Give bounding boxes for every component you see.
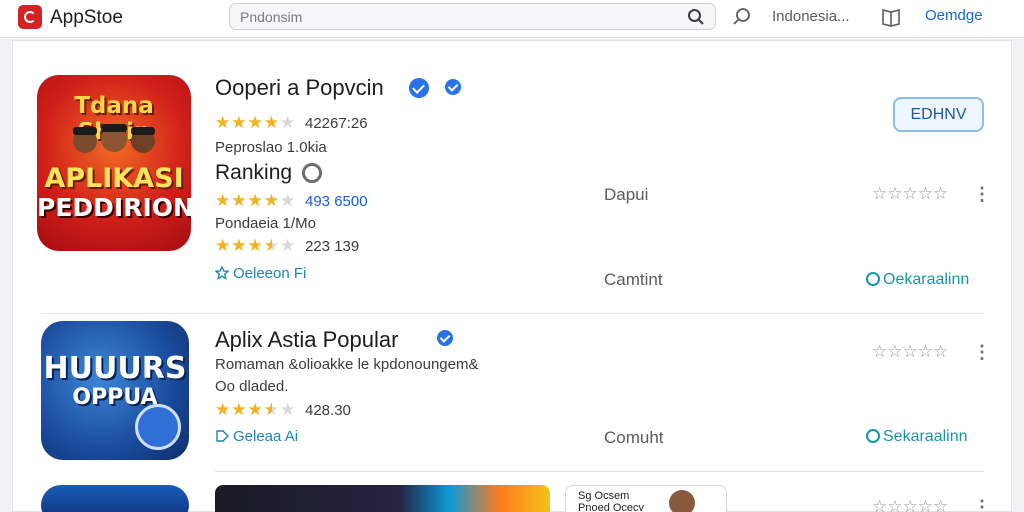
- star-rating: ★★★★★★★★★★: [215, 192, 297, 210]
- search-input[interactable]: [240, 8, 670, 26]
- rate-stars-input[interactable]: ☆☆☆☆☆: [872, 342, 948, 362]
- screenshot-thumbnail[interactable]: [215, 485, 550, 512]
- app-icon-text: HUUURS: [43, 351, 187, 386]
- rate-stars-input[interactable]: ☆☆☆☆☆: [872, 497, 948, 512]
- category-chip[interactable]: Geleaa Ai: [215, 428, 298, 445]
- gear-icon[interactable]: [302, 163, 322, 183]
- star-rating-fill: ★★★★★: [215, 114, 281, 132]
- category-chip-label: Geleaa Ai: [233, 428, 299, 445]
- more-options-icon[interactable]: ⋮: [973, 497, 991, 512]
- category-chip[interactable]: Oeleeon Fi: [215, 265, 306, 282]
- region-selector[interactable]: Indonesia...: [772, 8, 850, 25]
- app-icon[interactable]: HUUURS OPPUA: [41, 321, 189, 460]
- rating-count: 223 139: [305, 238, 360, 255]
- star-rating: ★★★★★★★★★★: [215, 114, 297, 132]
- rate-stars-input[interactable]: ☆☆☆☆☆: [872, 184, 948, 204]
- app-subtitle: Pondaeia 1/Mo: [215, 215, 316, 232]
- more-options-icon[interactable]: ⋮: [973, 342, 991, 363]
- app-store-logo-icon[interactable]: [18, 5, 42, 29]
- column-label: Camtint: [604, 270, 663, 289]
- row-divider: [41, 313, 984, 314]
- circle-icon: [866, 429, 880, 443]
- rating-count: 428.30: [305, 402, 351, 419]
- action-link[interactable]: Oekaraalinn: [866, 271, 969, 289]
- search-box[interactable]: [229, 3, 716, 30]
- app-icon[interactable]: [41, 485, 189, 512]
- check-badge-icon: [135, 404, 181, 450]
- thumbnail-text: Sg Ocsem: [578, 490, 630, 502]
- verified-icon: [437, 330, 453, 346]
- rating-count: 42267:26: [305, 115, 368, 132]
- search-icon[interactable]: [687, 8, 705, 26]
- ranking-label: Ranking: [215, 161, 293, 184]
- app-subtitle: Peproslao 1.0kia: [215, 139, 327, 156]
- thumbnail-text: Pnoed Ocecv: [578, 502, 645, 512]
- top-bar: AppStoe Indonesia... Oemdge: [0, 0, 1024, 38]
- book-icon[interactable]: [880, 6, 902, 28]
- search-icon[interactable]: [731, 6, 753, 28]
- star-outline-icon: [215, 266, 229, 280]
- row-divider: [215, 471, 984, 472]
- ranking-rating-count: 493 6500: [305, 193, 368, 210]
- app-icon-text: APLIKASI: [44, 163, 184, 194]
- app-icon[interactable]: Tdana Shain APLIKASI PEDDIRION: [37, 75, 191, 251]
- verified-icon: [445, 79, 461, 95]
- more-options-icon[interactable]: ⋮: [973, 184, 991, 205]
- category-chip-label: Oeleeon Fi: [233, 265, 307, 282]
- characters-illustration: [73, 124, 155, 153]
- get-button[interactable]: EDHNV: [893, 97, 984, 132]
- action-link-label: Oekaraalinn: [883, 271, 970, 288]
- star-rating: ★★★★★★★★★★: [215, 401, 297, 419]
- star-rating-fill: ★★★★★: [215, 401, 273, 419]
- sign-in-link[interactable]: Oemdge: [925, 7, 983, 24]
- app-title[interactable]: Ooperi a Popvcin: [215, 75, 384, 101]
- app-title[interactable]: Aplix Astia Popular: [215, 327, 398, 353]
- app-name[interactable]: AppStoe: [50, 7, 123, 29]
- star-rating-fill: ★★★★★: [215, 237, 273, 255]
- screenshot-thumbnail[interactable]: Sg Ocsem Pnoed Ocecv: [565, 485, 727, 512]
- action-link-label: Sekaraalinn: [883, 428, 968, 445]
- column-label: Dapui: [604, 185, 649, 204]
- action-link[interactable]: Sekaraalinn: [866, 428, 968, 446]
- circle-icon: [866, 272, 880, 286]
- avatar: [669, 490, 695, 512]
- column-label: Comuht: [604, 428, 664, 447]
- verified-icon: [409, 78, 429, 98]
- star-rating-fill: ★★★★★: [215, 192, 281, 210]
- star-rating: ★★★★★★★★★★: [215, 237, 297, 255]
- app-icon-text: PEDDIRION: [37, 193, 191, 222]
- tag-icon: [216, 430, 229, 442]
- app-description: Romaman &olioakke le kpdonoungem&: [215, 356, 479, 373]
- app-subtitle: Oo dladed.: [215, 378, 289, 395]
